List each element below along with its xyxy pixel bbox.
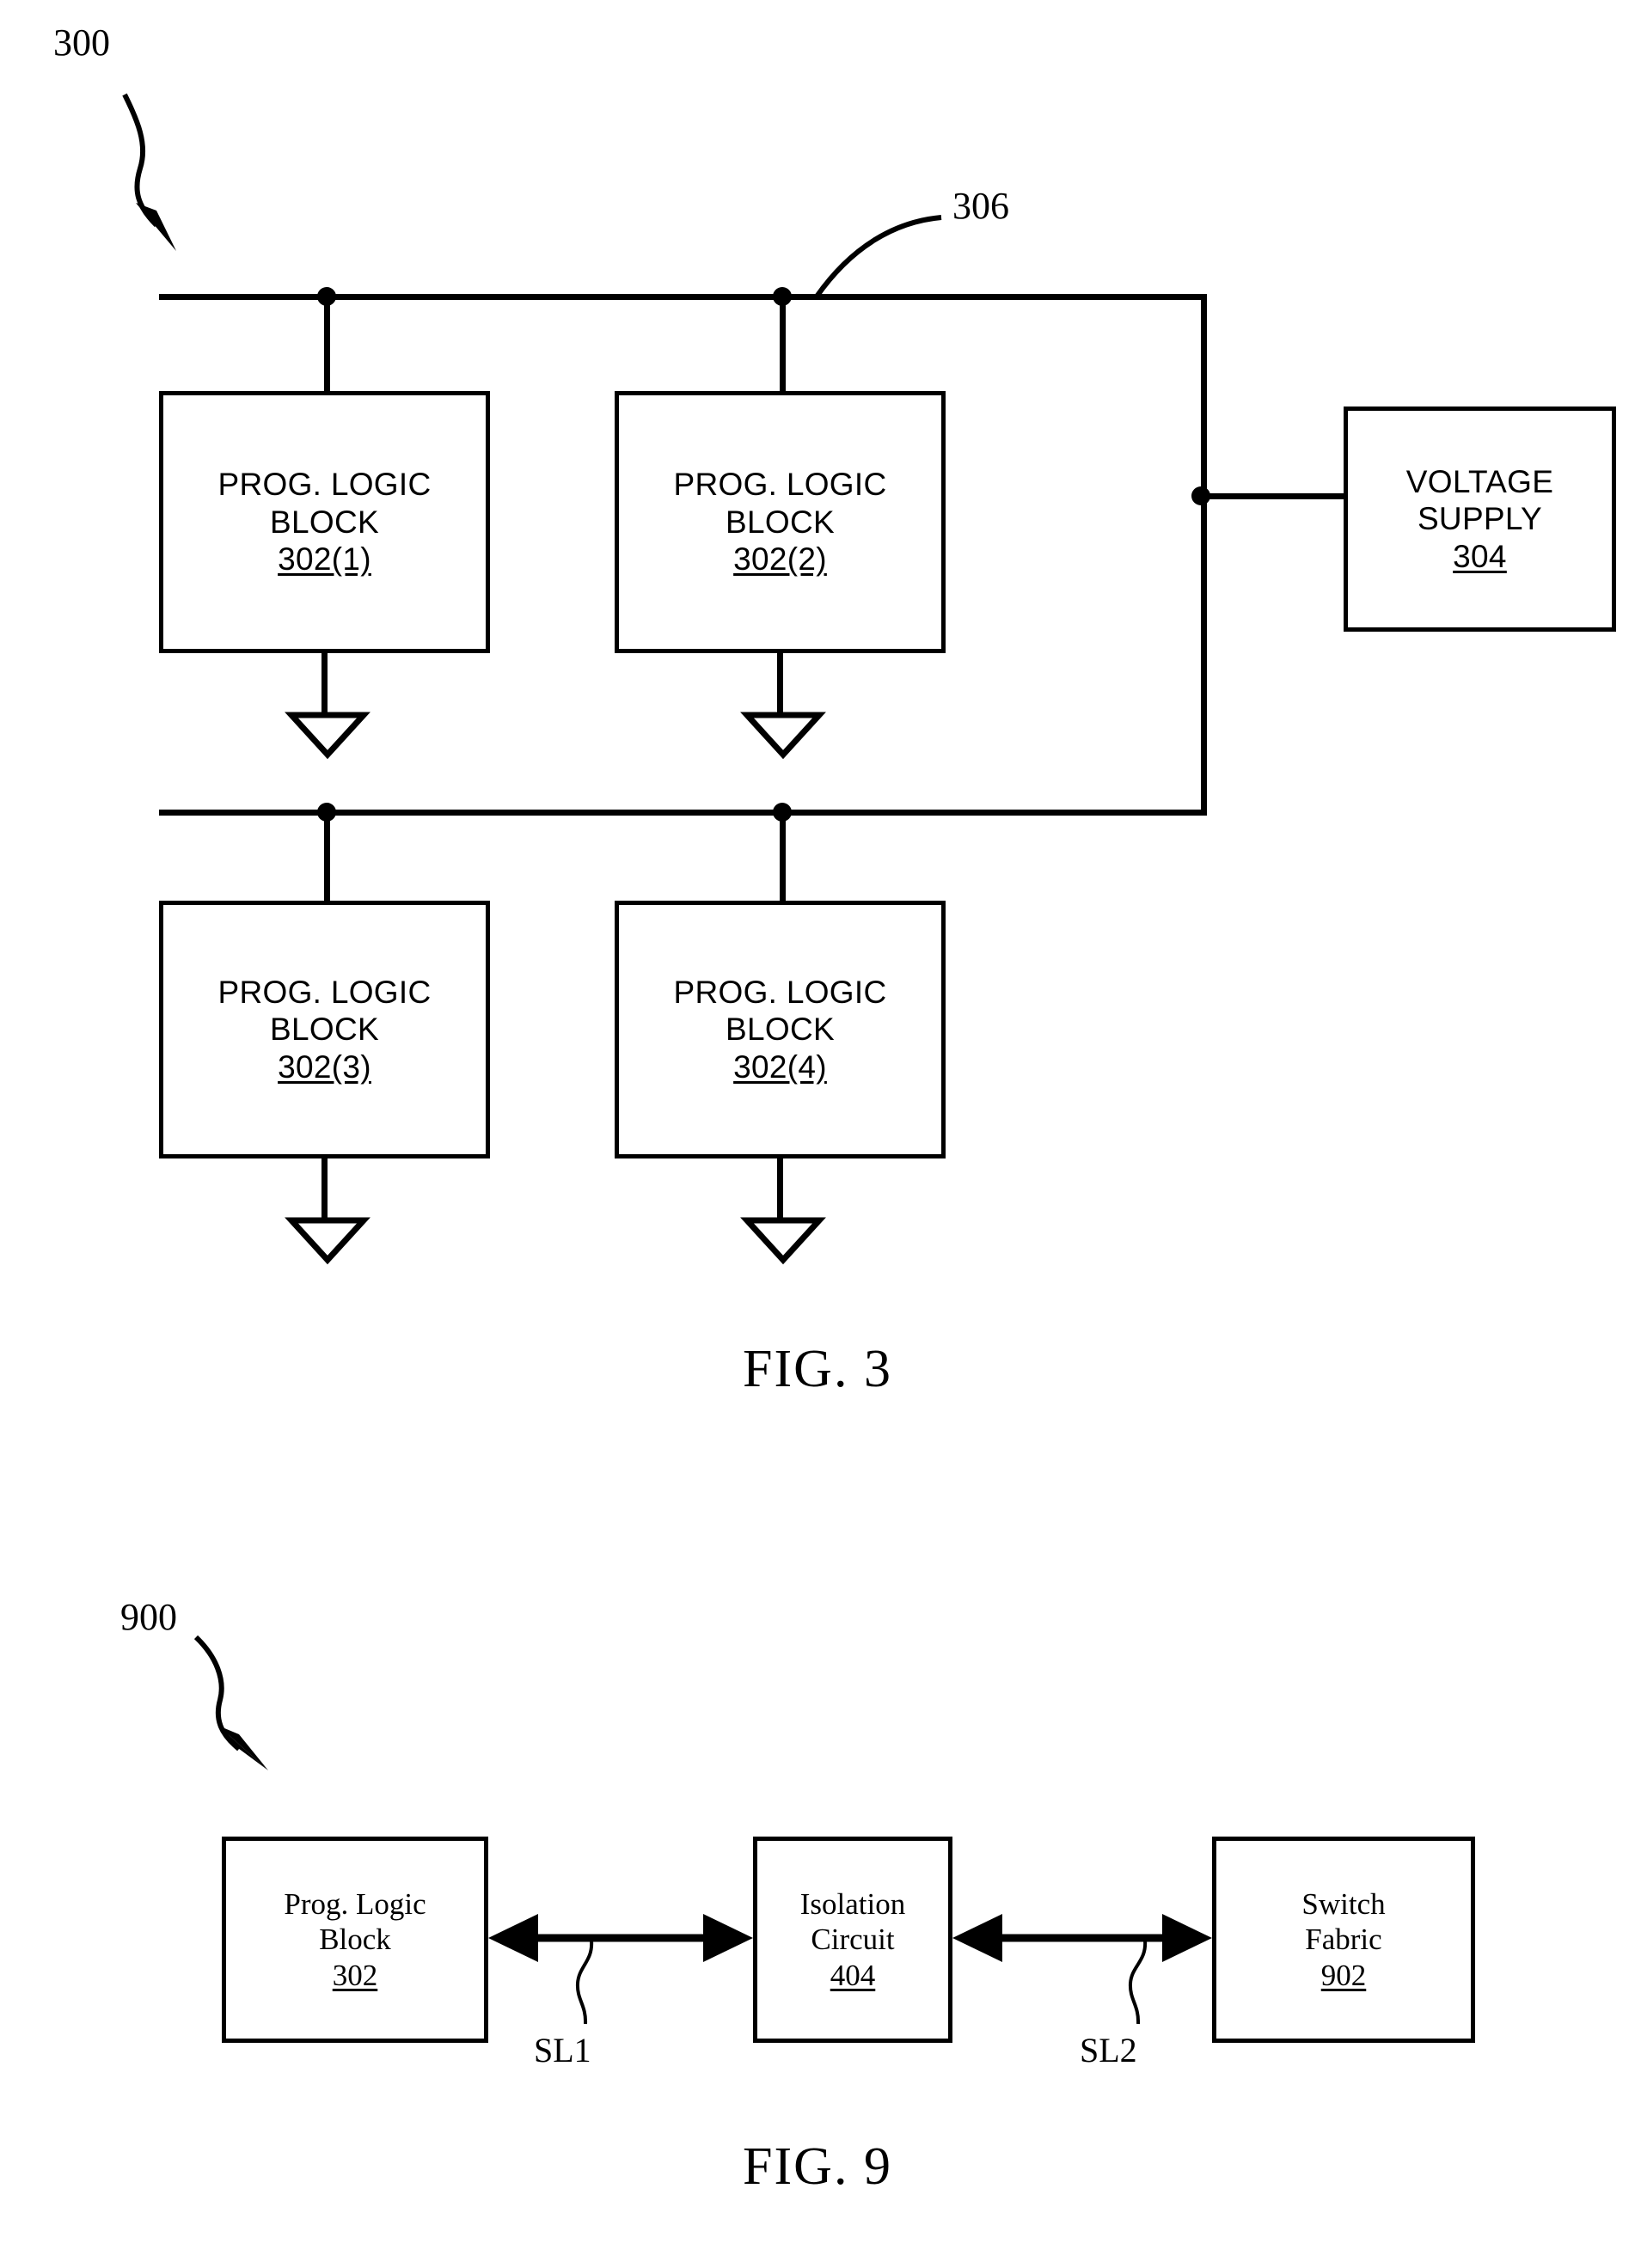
signal-label-sl2: SL2 bbox=[1080, 2031, 1137, 2069]
sl2-bidirectional-arrow bbox=[952, 1914, 1212, 2025]
patent-drawing-sheet: 300 306 PROG. LOGIC BLOCK 302(1) PROG. L… bbox=[0, 0, 1635, 2268]
figure-9-caption: FIG. 9 bbox=[743, 2137, 892, 2196]
